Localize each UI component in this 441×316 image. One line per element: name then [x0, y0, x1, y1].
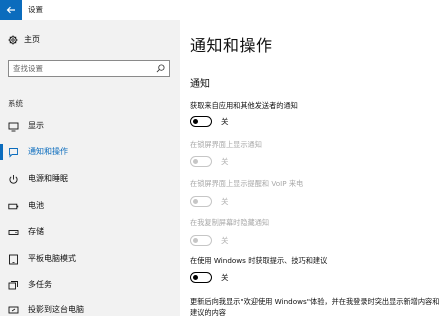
notification-icon	[8, 147, 19, 158]
back-button[interactable]	[0, 0, 22, 20]
home-link[interactable]: 主页	[8, 34, 40, 45]
section-label-system: 系统	[8, 99, 23, 108]
toggle-switch[interactable]	[190, 235, 212, 246]
sidebar-item-label: 多任务	[28, 280, 52, 289]
window-title: 设置	[28, 5, 43, 14]
option-label-hide-when-duplicating: 在我复制屏幕时隐藏通知	[190, 218, 270, 227]
toggle-state: 关	[221, 117, 229, 126]
toggle-state: 关	[221, 157, 229, 166]
section-title: 通知	[190, 79, 210, 90]
toggle-lockscreen-notifications[interactable]: 关	[190, 156, 250, 167]
sidebar-item-battery[interactable]: 电池	[0, 196, 180, 216]
sidebar-item-label: 显示	[28, 121, 44, 130]
sidebar-item-label: 电池	[28, 201, 44, 210]
toggle-switch[interactable]	[190, 196, 212, 207]
option-label-welcome-experience: 更新后向我显示"欢迎使用 Windows"体验，并在我登录时突出显示新增内容和建…	[190, 297, 440, 316]
sidebar-item-power[interactable]: 电源和睡眠	[0, 169, 180, 189]
sidebar-item-project[interactable]: 投影到这台电脑	[0, 300, 180, 316]
title-bar: 设置	[0, 0, 441, 20]
toggle-hide-when-duplicating[interactable]: 关	[190, 235, 250, 246]
home-label: 主页	[24, 35, 40, 44]
back-arrow-icon	[6, 6, 15, 14]
sidebar-item-notifications[interactable]: 通知和操作	[0, 142, 180, 162]
search-icon	[156, 64, 165, 73]
toggle-app-notifications[interactable]: 关	[190, 116, 250, 127]
toggle-switch[interactable]	[190, 272, 212, 283]
multitask-icon	[8, 280, 19, 291]
toggle-switch[interactable]	[190, 156, 212, 167]
sidebar-item-multitasking[interactable]: 多任务	[0, 275, 180, 295]
sidebar-item-label: 投影到这台电脑	[28, 305, 84, 314]
toggle-state: 关	[221, 197, 229, 206]
search-input[interactable]	[13, 61, 153, 76]
monitor-icon	[8, 121, 19, 132]
power-icon	[8, 174, 19, 185]
option-label-lockscreen-notifications: 在锁屏界面上显示通知	[190, 140, 262, 149]
gear-icon	[8, 35, 18, 44]
sidebar-item-storage[interactable]: 存储	[0, 222, 180, 242]
sidebar-item-label: 通知和操作	[28, 147, 68, 156]
toggle-state: 关	[221, 273, 229, 282]
battery-icon	[8, 201, 19, 212]
active-indicator	[0, 144, 3, 160]
toggle-lockscreen-voip[interactable]: 关	[190, 196, 250, 207]
sidebar-item-display[interactable]: 显示	[0, 116, 180, 136]
sidebar-item-label: 平板电脑模式	[28, 254, 76, 263]
sidebar-item-label: 存储	[28, 227, 44, 236]
sidebar-item-tablet-mode[interactable]: 平板电脑模式	[0, 249, 180, 269]
tablet-icon	[8, 254, 19, 265]
sidebar: 主页 系统 显示 通知和操作 电源和睡眠 电池 存储 平板电脑模式 多任务 投影…	[0, 20, 180, 316]
option-label-app-notifications: 获取来自应用和其他发送者的通知	[190, 101, 298, 110]
toggle-state: 关	[221, 236, 229, 245]
page-title: 通知和操作	[190, 36, 273, 55]
option-label-lockscreen-voip: 在锁屏界面上显示提醒和 VoIP 来电	[190, 179, 304, 188]
option-label-tips: 在使用 Windows 时获取提示、技巧和建议	[190, 256, 328, 265]
toggle-switch[interactable]	[190, 116, 212, 127]
sidebar-item-label: 电源和睡眠	[28, 174, 68, 183]
project-icon	[8, 305, 19, 316]
toggle-tips[interactable]: 关	[190, 272, 250, 283]
main-content: 通知和操作 通知 获取来自应用和其他发送者的通知 关 在锁屏界面上显示通知 关 …	[180, 20, 441, 316]
storage-icon	[8, 227, 19, 238]
search-box[interactable]	[8, 60, 170, 77]
